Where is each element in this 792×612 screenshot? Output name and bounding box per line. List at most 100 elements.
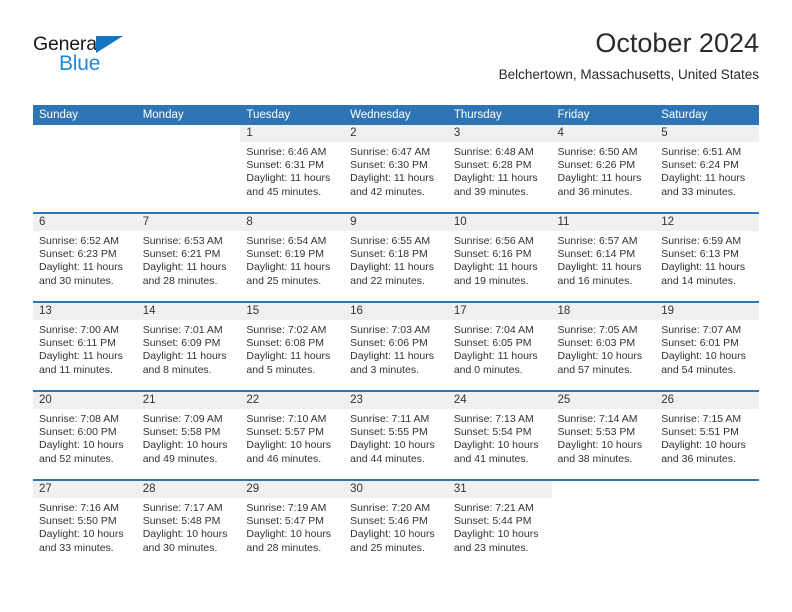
calendar-day-cell[interactable]: 16 Sunrise: 7:03 AM Sunset: 6:06 PM Dayligh… <box>344 301 448 391</box>
calendar-day-cell[interactable]: 13 Sunrise: 7:00 AM Sunset: 6:11 PM Dayligh… <box>33 301 137 391</box>
day-cell-inner: 24 Sunrise: 7:13 AM Sunset: 5:54 PM Dayligh… <box>447 392 552 479</box>
day-sun-info: Sunrise: 7:19 AM Sunset: 5:47 PM Daylight:… <box>240 498 344 555</box>
sunrise-time: Sunrise: 7:20 AM <box>350 502 431 514</box>
day-cell-inner: 13 Sunrise: 7:00 AM Sunset: 6:11 PM Dayligh… <box>33 303 137 390</box>
day-number: 12 <box>655 214 759 231</box>
calendar-day-cell[interactable]: 30 Sunrise: 7:20 AM Sunset: 5:46 PM Dayligh… <box>344 479 448 568</box>
day-sun-info: Sunrise: 7:15 AM Sunset: 5:51 PM Daylight:… <box>655 409 759 466</box>
calendar-day-cell[interactable]: 23 Sunrise: 7:11 AM Sunset: 5:55 PM Dayligh… <box>344 390 448 480</box>
day-cell-inner: 28 Sunrise: 7:17 AM Sunset: 5:48 PM Dayligh… <box>136 481 241 568</box>
day-sun-info: Sunrise: 6:57 AM Sunset: 6:14 PM Daylight:… <box>552 231 656 288</box>
day-cell-inner: 12 Sunrise: 6:59 AM Sunset: 6:13 PM Dayligh… <box>655 214 759 301</box>
sunset-time: Sunset: 6:18 PM <box>350 248 428 261</box>
daylight-duration-line1: Daylight: 10 hours <box>39 528 124 541</box>
day-number: 31 <box>447 481 552 498</box>
sunset-time: Sunset: 5:55 PM <box>350 426 428 439</box>
sunset-time: Sunset: 6:09 PM <box>142 337 221 350</box>
sunrise-time: Sunrise: 6:54 AM <box>246 235 327 247</box>
calendar-day-cell[interactable]: 24 Sunrise: 7:13 AM Sunset: 5:54 PM Dayligh… <box>447 390 552 480</box>
daylight-duration-line1: Daylight: 10 hours <box>453 528 539 541</box>
daylight-duration-line2: and 23 minutes. <box>453 541 529 554</box>
sunset-time: Sunset: 6:05 PM <box>453 337 532 350</box>
calendar-day-cell[interactable]: 18 Sunrise: 7:05 AM Sunset: 6:03 PM Dayligh… <box>551 301 656 391</box>
calendar-day-cell[interactable]: 22 Sunrise: 7:10 AM Sunset: 5:57 PM Dayligh… <box>240 390 345 480</box>
sunrise-time: Sunrise: 7:17 AM <box>142 502 223 514</box>
day-sun-info: Sunrise: 6:51 AM Sunset: 6:24 PM Daylight:… <box>655 142 759 199</box>
daylight-duration-line1: Daylight: 10 hours <box>39 439 124 452</box>
calendar-day-cell[interactable]: 11 Sunrise: 6:57 AM Sunset: 6:14 PM Dayligh… <box>551 212 656 302</box>
day-number: 18 <box>551 303 656 320</box>
calendar-day-cell[interactable]: 10 Sunrise: 6:56 AM Sunset: 6:16 PM Dayligh… <box>447 212 552 302</box>
day-cell-inner <box>33 125 137 212</box>
daylight-duration-line2: and 57 minutes. <box>557 363 633 376</box>
calendar-day-cell[interactable]: 29 Sunrise: 7:19 AM Sunset: 5:47 PM Dayligh… <box>240 479 345 568</box>
calendar-day-cell[interactable]: 12 Sunrise: 6:59 AM Sunset: 6:13 PM Dayligh… <box>655 212 759 302</box>
day-number: 20 <box>33 392 137 409</box>
sunrise-time: Sunrise: 6:53 AM <box>142 235 223 247</box>
sunset-time: Sunset: 6:14 PM <box>557 248 636 261</box>
day-sun-info: Sunrise: 6:48 AM Sunset: 6:28 PM Daylight:… <box>448 142 552 199</box>
day-sun-info: Sunrise: 7:00 AM Sunset: 6:11 PM Daylight:… <box>33 320 137 377</box>
calendar-day-cell[interactable]: 6 Sunrise: 6:52 AM Sunset: 6:23 PM Daylight… <box>33 212 137 302</box>
daylight-duration-line1: Daylight: 11 hours <box>350 350 434 363</box>
calendar-day-cell[interactable]: 3 Sunrise: 6:48 AM Sunset: 6:28 PM Daylight… <box>447 125 552 213</box>
calendar-day-cell[interactable]: 28 Sunrise: 7:17 AM Sunset: 5:48 PM Dayligh… <box>136 479 241 568</box>
daylight-duration-line1: Daylight: 11 hours <box>142 261 227 274</box>
sunset-time: Sunset: 5:50 PM <box>39 515 117 528</box>
daylight-duration-line2: and 28 minutes. <box>142 274 218 287</box>
day-cell-inner: 5 Sunrise: 6:51 AM Sunset: 6:24 PM Daylight… <box>655 125 759 212</box>
daylight-duration-line1: Daylight: 11 hours <box>557 261 642 274</box>
sunset-time: Sunset: 6:21 PM <box>142 248 221 261</box>
day-sun-info: Sunrise: 7:08 AM Sunset: 6:00 PM Daylight:… <box>33 409 137 466</box>
day-number: 16 <box>344 303 448 320</box>
daylight-duration-line2: and 28 minutes. <box>246 541 322 554</box>
day-cell-inner: 25 Sunrise: 7:14 AM Sunset: 5:53 PM Dayligh… <box>551 392 656 479</box>
calendar-day-cell[interactable]: 14 Sunrise: 7:01 AM Sunset: 6:09 PM Dayligh… <box>136 301 241 391</box>
day-sun-info: Sunrise: 7:09 AM Sunset: 5:58 PM Daylight:… <box>137 409 241 466</box>
calendar-day-cell[interactable]: 4 Sunrise: 6:50 AM Sunset: 6:26 PM Daylight… <box>551 125 656 213</box>
calendar-day-cell[interactable]: 19 Sunrise: 7:07 AM Sunset: 6:01 PM Dayligh… <box>655 301 759 391</box>
day-sun-info: Sunrise: 6:59 AM Sunset: 6:13 PM Daylight:… <box>655 231 759 288</box>
calendar-day-cell[interactable]: 26 Sunrise: 7:15 AM Sunset: 5:51 PM Dayligh… <box>655 390 759 480</box>
day-cell-inner: 15 Sunrise: 7:02 AM Sunset: 6:08 PM Dayligh… <box>240 303 345 390</box>
calendar-day-cell[interactable]: 2 Sunrise: 6:47 AM Sunset: 6:30 PM Daylight… <box>344 125 448 213</box>
calendar-body: 1 Sunrise: 6:46 AM Sunset: 6:31 PM Daylight… <box>33 125 759 568</box>
calendar-day-cell[interactable]: 1 Sunrise: 6:46 AM Sunset: 6:31 PM Daylight… <box>240 125 345 213</box>
general-blue-logo[interactable]: General Blue <box>33 34 153 80</box>
calendar-day-cell[interactable]: 31 Sunrise: 7:21 AM Sunset: 5:44 PM Dayligh… <box>447 479 552 568</box>
page-subtitle: Belchertown, Massachusetts, United State… <box>498 67 759 82</box>
calendar-day-cell[interactable]: 7 Sunrise: 6:53 AM Sunset: 6:21 PM Daylight… <box>136 212 241 302</box>
sunrise-time: Sunrise: 6:55 AM <box>350 235 431 247</box>
calendar-day-cell[interactable]: 20 Sunrise: 7:08 AM Sunset: 6:00 PM Dayligh… <box>33 390 137 480</box>
sunrise-time: Sunrise: 6:52 AM <box>39 235 119 247</box>
day-sun-info: Sunrise: 7:14 AM Sunset: 5:53 PM Daylight:… <box>552 409 656 466</box>
daylight-duration-line1: Daylight: 11 hours <box>453 172 538 185</box>
daylight-duration-line2: and 54 minutes. <box>661 363 736 376</box>
day-cell-inner: 19 Sunrise: 7:07 AM Sunset: 6:01 PM Dayligh… <box>655 303 759 390</box>
weekday-header-row: Sunday Monday Tuesday Wednesday Thursday… <box>33 105 759 125</box>
daylight-duration-line1: Daylight: 10 hours <box>453 439 539 452</box>
calendar-day-cell[interactable]: 21 Sunrise: 7:09 AM Sunset: 5:58 PM Dayligh… <box>136 390 241 480</box>
daylight-duration-line1: Daylight: 11 hours <box>350 261 434 274</box>
logo-text-general: General <box>33 33 101 55</box>
calendar-day-cell[interactable]: 25 Sunrise: 7:14 AM Sunset: 5:53 PM Dayligh… <box>551 390 656 480</box>
calendar-day-cell[interactable]: 17 Sunrise: 7:04 AM Sunset: 6:05 PM Dayligh… <box>447 301 552 391</box>
weekday-header-saturday: Saturday <box>655 105 759 125</box>
calendar-day-cell[interactable]: 8 Sunrise: 6:54 AM Sunset: 6:19 PM Daylight… <box>240 212 345 302</box>
calendar-day-cell[interactable]: 5 Sunrise: 6:51 AM Sunset: 6:24 PM Daylight… <box>655 125 759 213</box>
day-cell-inner: 4 Sunrise: 6:50 AM Sunset: 6:26 PM Daylight… <box>551 125 656 212</box>
day-number: 26 <box>655 392 759 409</box>
day-number: 30 <box>344 481 448 498</box>
sunrise-time: Sunrise: 7:08 AM <box>39 413 119 425</box>
sunset-time: Sunset: 6:03 PM <box>557 337 636 350</box>
calendar-day-cell[interactable]: 27 Sunrise: 7:16 AM Sunset: 5:50 PM Dayligh… <box>33 479 137 568</box>
daylight-duration-line2: and 19 minutes. <box>453 274 529 287</box>
day-cell-inner: 6 Sunrise: 6:52 AM Sunset: 6:23 PM Daylight… <box>33 214 137 301</box>
daylight-duration-line1: Daylight: 11 hours <box>246 261 331 274</box>
calendar-day-cell[interactable]: 9 Sunrise: 6:55 AM Sunset: 6:18 PM Daylight… <box>344 212 448 302</box>
sunrise-time: Sunrise: 7:19 AM <box>246 502 327 514</box>
sunrise-time: Sunrise: 7:21 AM <box>453 502 534 514</box>
calendar-day-cell[interactable]: 15 Sunrise: 7:02 AM Sunset: 6:08 PM Dayligh… <box>240 301 345 391</box>
sunrise-time: Sunrise: 7:14 AM <box>557 413 638 425</box>
day-sun-info: Sunrise: 6:54 AM Sunset: 6:19 PM Daylight:… <box>240 231 344 288</box>
